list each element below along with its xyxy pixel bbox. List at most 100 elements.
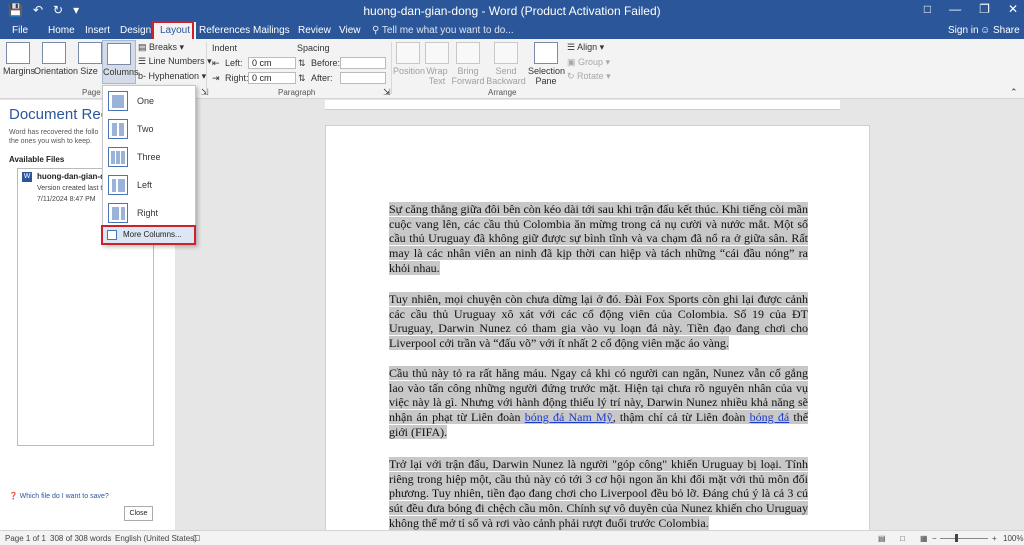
paragraph-4[interactable]: Trở lại với trận đấu, Darwin Nunez là ng… (389, 457, 808, 530)
columns-option-three[interactable]: Three (103, 144, 195, 170)
left-column-icon (108, 175, 128, 195)
tab-file[interactable]: File (12, 25, 28, 36)
close-icon[interactable]: ✕ (1008, 2, 1018, 16)
position-icon (396, 42, 420, 64)
align-icon: ☰ (567, 42, 578, 52)
columns-option-label: Two (137, 124, 154, 134)
sign-in-link[interactable]: Sign in (948, 25, 979, 36)
spacing-after-input[interactable] (340, 72, 386, 84)
paragraph-text: Tuy nhiên, mọi chuyện còn chưa dừng lại … (389, 292, 808, 351)
tab-view[interactable]: View (339, 25, 361, 36)
bring-forward-label: Bring Forward (451, 66, 485, 86)
bring-forward-button[interactable]: Bring Forward (451, 42, 485, 86)
collapse-ribbon-icon[interactable]: ⌃ (1010, 87, 1018, 98)
paragraph-text: , thậm chí cả từ Liên đoàn (612, 410, 746, 425)
indent-header: Indent (212, 43, 238, 53)
language[interactable]: English (United States) (115, 534, 197, 543)
columns-option-two[interactable]: Two (103, 116, 195, 142)
tab-references[interactable]: References (199, 25, 250, 36)
print-layout-icon[interactable]: □ (900, 534, 905, 543)
hyphenation-label: Hyphenation (148, 71, 200, 81)
spacing-before-input[interactable] (340, 57, 386, 69)
size-button[interactable]: Size (78, 42, 102, 76)
minimize-icon[interactable]: — (949, 2, 961, 16)
indent-left-input[interactable]: 0 cm (248, 57, 296, 69)
size-label: Size (80, 66, 98, 76)
zoom-slider-thumb[interactable] (955, 534, 958, 542)
word-document-icon: W (22, 172, 32, 182)
tab-mailings[interactable]: Mailings (253, 25, 290, 36)
orientation-button[interactable]: Orientation (34, 42, 78, 76)
page-count[interactable]: Page 1 of 1 (5, 534, 46, 543)
wrap-text-label: Wrap Text (426, 66, 448, 86)
tell-me-box[interactable]: ⚲ Tell me what you want to do... (372, 25, 514, 36)
paragraph-launcher-icon[interactable]: ⇲ (383, 87, 391, 98)
link-bong-da[interactable]: bóng đá (750, 410, 790, 424)
columns-option-left[interactable]: Left (103, 172, 195, 198)
paragraph-2[interactable]: Tuy nhiên, mọi chuyện còn chưa dừng lại … (389, 292, 808, 351)
status-bar: Page 1 of 1 308 of 308 words English (Un… (0, 530, 1024, 545)
help-icon: ❓ (9, 493, 20, 500)
breaks-label: Breaks (149, 42, 178, 52)
person-icon: ☺ (980, 25, 993, 36)
tab-home[interactable]: Home (48, 25, 75, 36)
position-button[interactable]: Position (393, 42, 426, 76)
page-setup-launcher-icon[interactable]: ⇲ (201, 87, 209, 98)
breaks-button[interactable]: ▤ Breaks ▾ (138, 42, 184, 53)
web-layout-icon[interactable]: ▦ (920, 534, 928, 543)
rotate-button[interactable]: ↻ Rotate ▾ (567, 71, 611, 82)
paragraph-3[interactable]: Cầu thủ này tỏ ra rất hăng máu. Ngay cả … (389, 366, 809, 440)
tab-review[interactable]: Review (298, 25, 331, 36)
margins-label: Margins (3, 66, 36, 76)
selection-pane-button[interactable]: Selection Pane (528, 42, 565, 86)
paragraph-group-label: Paragraph (278, 88, 316, 97)
indent-right-label: Right: (225, 73, 249, 83)
share-label: Share (993, 25, 1020, 36)
horizontal-ruler[interactable] (325, 100, 840, 110)
word-count[interactable]: 308 of 308 words (50, 534, 111, 543)
zoom-out-icon[interactable]: − (932, 534, 937, 543)
columns-dropdown: One Two Three Left Right More Columns... (102, 85, 196, 245)
read-mode-icon[interactable]: ▤ (878, 534, 886, 543)
recovered-file-version: Version created last t (37, 185, 103, 192)
zoom-in-icon[interactable]: + (992, 534, 997, 543)
position-label: Position (393, 66, 426, 76)
columns-option-right[interactable]: Right (103, 200, 195, 226)
zoom-slider[interactable] (940, 538, 988, 539)
proofing-icon[interactable]: ☐ (193, 534, 200, 543)
wrap-text-button[interactable]: Wrap Text (425, 42, 449, 86)
help-link[interactable]: ❓ Which file do I want to save? (9, 492, 109, 500)
share-button[interactable]: ☺ Share (980, 25, 1020, 36)
window-controls: □ — ❐ ✕ (924, 2, 1018, 16)
lightbulb-icon: ⚲ (372, 25, 382, 36)
paragraph-text: Trở lại với trận đấu, Darwin Nunez là ng… (389, 457, 808, 530)
recovered-file-date: 7/11/2024 8:47 PM (37, 196, 96, 203)
group-button[interactable]: ▣ Group ▾ (567, 57, 610, 68)
indent-left-label: Left: (225, 58, 243, 68)
margins-button[interactable]: Margins (3, 42, 36, 76)
indent-right-input[interactable]: 0 cm (248, 72, 296, 84)
send-backward-button[interactable]: Send Backward (486, 42, 526, 86)
restore-icon[interactable]: ❐ (979, 2, 990, 16)
document-page[interactable]: Sự căng thẳng giữa đôi bên còn kéo dài t… (325, 125, 870, 530)
columns-button[interactable]: Columns (102, 40, 139, 84)
align-button[interactable]: ☰ Align ▾ (567, 42, 604, 53)
columns-option-one[interactable]: One (103, 88, 195, 114)
hyphenation-button[interactable]: b‐ Hyphenation ▾ (138, 71, 206, 82)
close-button[interactable]: Close (124, 506, 153, 521)
recovered-file-name[interactable]: huong-dan-gian-d (37, 172, 105, 181)
ribbon-display-icon[interactable]: □ (924, 2, 931, 16)
arrange-group-label: Arrange (488, 88, 517, 97)
zoom-level[interactable]: 100% (1003, 534, 1023, 543)
orientation-label: Orientation (34, 66, 79, 76)
columns-option-label: One (137, 96, 155, 106)
line-numbers-button[interactable]: ☰ Line Numbers ▾ (138, 56, 212, 67)
send-backward-icon (494, 42, 518, 64)
tab-insert[interactable]: Insert (85, 25, 110, 36)
link-bong-da-nam-my[interactable]: bóng đá Nam Mỹ (525, 410, 613, 424)
size-icon (78, 42, 102, 64)
more-columns-highlight (101, 225, 196, 245)
tab-design[interactable]: Design (120, 25, 151, 36)
columns-label: Columns (103, 67, 139, 77)
paragraph-1[interactable]: Sự căng thẳng giữa đôi bên còn kéo dài t… (389, 202, 808, 276)
